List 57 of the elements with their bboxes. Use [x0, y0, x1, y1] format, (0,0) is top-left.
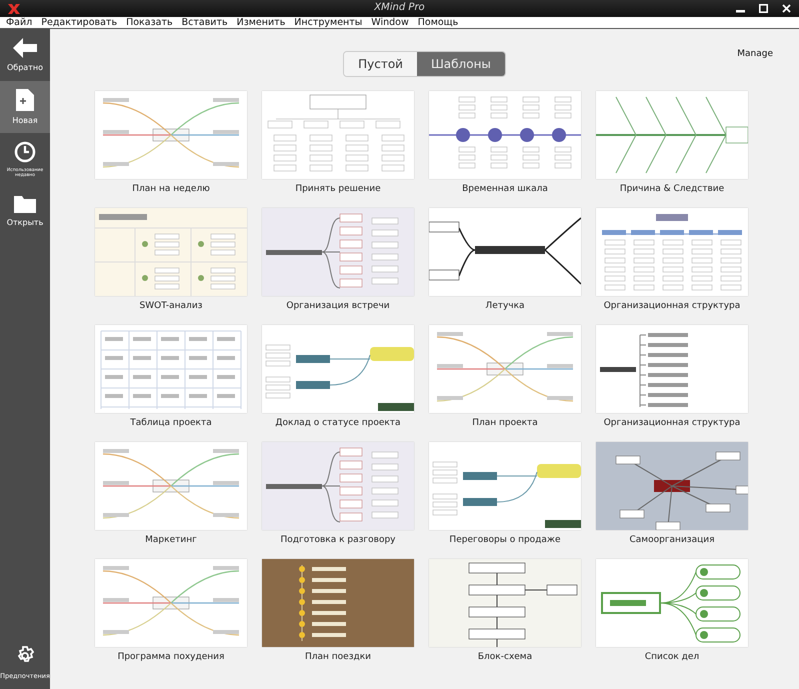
template-label: Причина & Следствие	[620, 184, 724, 194]
menu-item[interactable]: Помощь	[418, 17, 458, 28]
template-label: Список дел	[644, 652, 700, 662]
branching-map-drawing[interactable]	[262, 442, 414, 530]
template-label: План на неделю	[132, 184, 210, 194]
sidebar-item-label: Открыть	[6, 218, 44, 227]
new-document-icon	[16, 89, 34, 111]
manage-link[interactable]: Manage	[737, 49, 773, 59]
template-label: Маркетинг	[145, 535, 197, 545]
template-label: Организационная структура	[604, 301, 740, 311]
menu-item[interactable]: Window	[371, 17, 409, 28]
maximize-icon[interactable]	[759, 4, 768, 13]
menu-item[interactable]: Инструменты	[294, 17, 362, 28]
todo-map-drawing[interactable]	[596, 559, 748, 647]
swot-matrix-drawing[interactable]	[95, 208, 247, 296]
wood-board-drawing[interactable]	[262, 559, 414, 647]
app-logo-icon	[8, 4, 20, 14]
folder-icon	[14, 195, 36, 213]
template-label: Блок-схема	[478, 652, 532, 662]
close-icon[interactable]	[782, 4, 791, 13]
template-label: Самоорганизация	[630, 535, 714, 545]
concept-map-drawing[interactable]	[596, 442, 748, 530]
template-label: Таблица проекта	[130, 418, 212, 428]
template-label: Летучка	[485, 301, 525, 311]
template-label: Программа похудения	[118, 652, 224, 662]
template-label: Временная шкала	[462, 184, 548, 194]
flowchart-drawing[interactable]	[429, 559, 581, 647]
sidebar-item-label: Обратно	[7, 63, 43, 72]
menu-item[interactable]: Показать	[126, 17, 173, 28]
template-label: Организация встречи	[286, 301, 390, 311]
window-title: XMind Pro	[373, 2, 426, 13]
branching-map-drawing[interactable]	[262, 208, 414, 296]
status-map-drawing[interactable]	[429, 442, 581, 530]
sidebar-item-label: Новая	[12, 116, 38, 125]
grid-table-drawing[interactable]	[95, 325, 247, 413]
org-list-drawing[interactable]	[596, 325, 748, 413]
template-label: План поездки	[304, 652, 371, 662]
template-label: Подготовка к разговору	[280, 535, 396, 545]
menu-item[interactable]: Изменить	[236, 17, 286, 28]
template-label: Принять решение	[295, 184, 381, 194]
template-label: SWOT-анализ	[140, 301, 202, 311]
menu-item[interactable]: Файл	[6, 17, 32, 28]
mind-map-drawing[interactable]	[429, 208, 581, 296]
template-label: Переговоры о продаже	[449, 535, 561, 545]
template-label: Организационная структура	[604, 418, 740, 428]
menu-item[interactable]: Вставить	[182, 17, 228, 28]
fishbone-diagram-drawing[interactable]	[596, 91, 748, 179]
clock-icon	[14, 140, 36, 162]
status-map-drawing[interactable]	[262, 325, 414, 413]
org-tree-drawing[interactable]	[596, 208, 748, 296]
template-label: План проекта	[472, 418, 538, 428]
timeline-drawing[interactable]	[429, 91, 581, 179]
sidebar-item[interactable]: Новая	[0, 81, 50, 133]
back-arrow-icon	[13, 38, 37, 58]
segment-tab[interactable]: Шаблоны	[416, 52, 505, 76]
menu-item[interactable]: Редактировать	[41, 17, 118, 28]
template-label: Доклад о статусе проекта	[275, 418, 401, 428]
